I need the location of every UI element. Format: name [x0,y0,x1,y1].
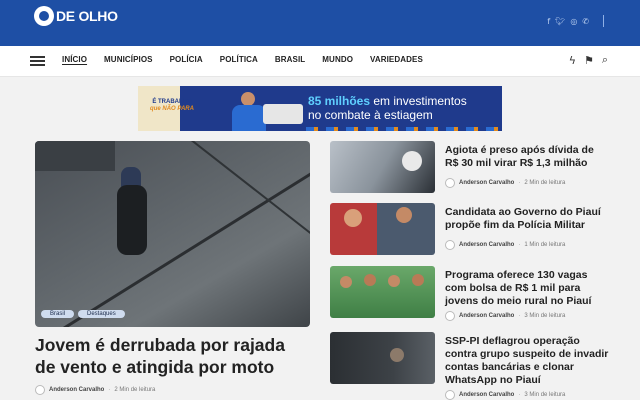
article-meta: Anderson Carvalho · 3 Min de leitura [445,311,565,321]
feature-tags: Brasil Destaques [41,310,125,318]
read-time: 1 Min de leitura [524,242,566,248]
avatar[interactable] [445,178,455,188]
feature-title[interactable]: Jovem é derrubada por rajada de vento e … [35,334,310,378]
bookmark-icon[interactable]: ⚑ [584,54,594,67]
article-meta: Anderson Carvalho · 3 Min de leitura [445,390,565,400]
author-name[interactable]: Anderson Carvalho [459,392,514,398]
ad-brand-line1: É TRABALHO [152,99,192,105]
article-title[interactable]: SSP-PI deflagrou operação contra grupo s… [445,335,610,387]
read-time: 3 Min de leitura [524,392,566,398]
avatar[interactable] [445,390,455,400]
read-time: 2 Min de leitura [524,180,566,186]
ad-brand: É TRABALHO que NÃO PARA [142,99,202,113]
meta-separator: · [518,242,521,248]
article-title[interactable]: Programa oferece 130 vagas com bolsa de … [445,269,610,308]
facebook-icon[interactable]: f [547,17,550,26]
search-icon[interactable]: ⌕ [602,53,608,67]
ad-ornament [306,127,502,131]
site-logo[interactable]: DE OLHO [34,6,118,26]
author-name[interactable]: Anderson Carvalho [459,180,514,186]
main-nav: INÍCIO MUNICÍPIOS POLÍCIA POLÍTICA BRASI… [0,46,640,77]
article-meta: Anderson Carvalho · 2 Min de leitura [445,178,565,188]
header-divider [603,15,604,27]
menu-icon[interactable] [30,56,45,66]
social-links: f 🐦︎ ◎ ✆ [547,15,604,27]
avatar[interactable] [445,311,455,321]
author-name[interactable]: Anderson Carvalho [459,313,514,319]
nav-item-municipios[interactable]: MUNICÍPIOS [104,55,153,64]
meta-separator: · [518,392,521,398]
article-thumbnail[interactable] [330,332,435,384]
nav-item-inicio[interactable]: INÍCIO [62,55,87,64]
author-name[interactable]: Anderson Carvalho [459,242,514,248]
bolt-icon[interactable]: ϟ [569,54,576,67]
feature-image[interactable] [35,141,310,327]
ad-truck-image [263,104,303,124]
logo-eye-icon [34,6,54,26]
read-time: 3 Min de leitura [524,313,566,319]
ad-headline: 85 milhões em investimentos [308,94,467,108]
feature-meta: Anderson Carvalho · 2 Min de leitura [35,385,155,395]
ad-banner[interactable]: É TRABALHO que NÃO PARA 85 milhões em in… [138,86,502,131]
top-header: DE OLHO f 🐦︎ ◎ ✆ [0,0,640,46]
article-thumbnail[interactable] [330,266,435,318]
article-title[interactable]: Candidata ao Governo do Piauí propõe fim… [445,206,610,232]
meta-separator: · [518,313,521,319]
nav-item-brasil[interactable]: BRASIL [275,55,305,64]
list-item[interactable]: SSP-PI deflagrou operação contra grupo s… [330,332,610,400]
meta-separator: · [518,180,521,186]
ad-headline-line2: no combate à estiagem [308,108,433,122]
article-title[interactable]: Agiota é preso após dívida de R$ 30 mil … [445,144,610,170]
article-thumbnail[interactable] [330,141,435,193]
tag-destaques[interactable]: Destaques [78,310,125,318]
logo-text: DE OLHO [56,8,118,24]
article-meta: Anderson Carvalho · 1 Min de leitura [445,240,565,250]
read-time: 2 Min de leitura [114,387,156,393]
list-item[interactable]: Programa oferece 130 vagas com bolsa de … [330,266,610,321]
nav-item-mundo[interactable]: MUNDO [322,55,353,64]
avatar[interactable] [35,385,45,395]
list-item[interactable]: Agiota é preso após dívida de R$ 30 mil … [330,141,610,193]
whatsapp-icon[interactable]: ✆ [582,17,589,26]
nav-item-policia[interactable]: POLÍCIA [170,55,203,64]
nav-actions: ϟ ⚑ ⌕ [569,53,608,67]
list-item[interactable]: Candidata ao Governo do Piauí propõe fim… [330,203,610,255]
avatar[interactable] [445,240,455,250]
nav-item-variedades[interactable]: VARIEDADES [370,55,423,64]
ad-headline-rest: em investimentos [370,94,467,108]
nav-item-politica[interactable]: POLÍTICA [220,55,258,64]
twitter-icon[interactable]: 🐦︎ [555,17,565,26]
instagram-icon[interactable]: ◎ [570,17,577,26]
ad-brand-line2: que NÃO PARA [150,106,194,112]
nav-menu: INÍCIO MUNICÍPIOS POLÍCIA POLÍTICA BRASI… [62,55,440,64]
author-name[interactable]: Anderson Carvalho [49,387,104,393]
ad-headline-highlight: 85 milhões [308,94,371,108]
meta-separator: · [108,387,111,393]
tag-brasil[interactable]: Brasil [41,310,75,318]
article-thumbnail[interactable] [330,203,435,255]
